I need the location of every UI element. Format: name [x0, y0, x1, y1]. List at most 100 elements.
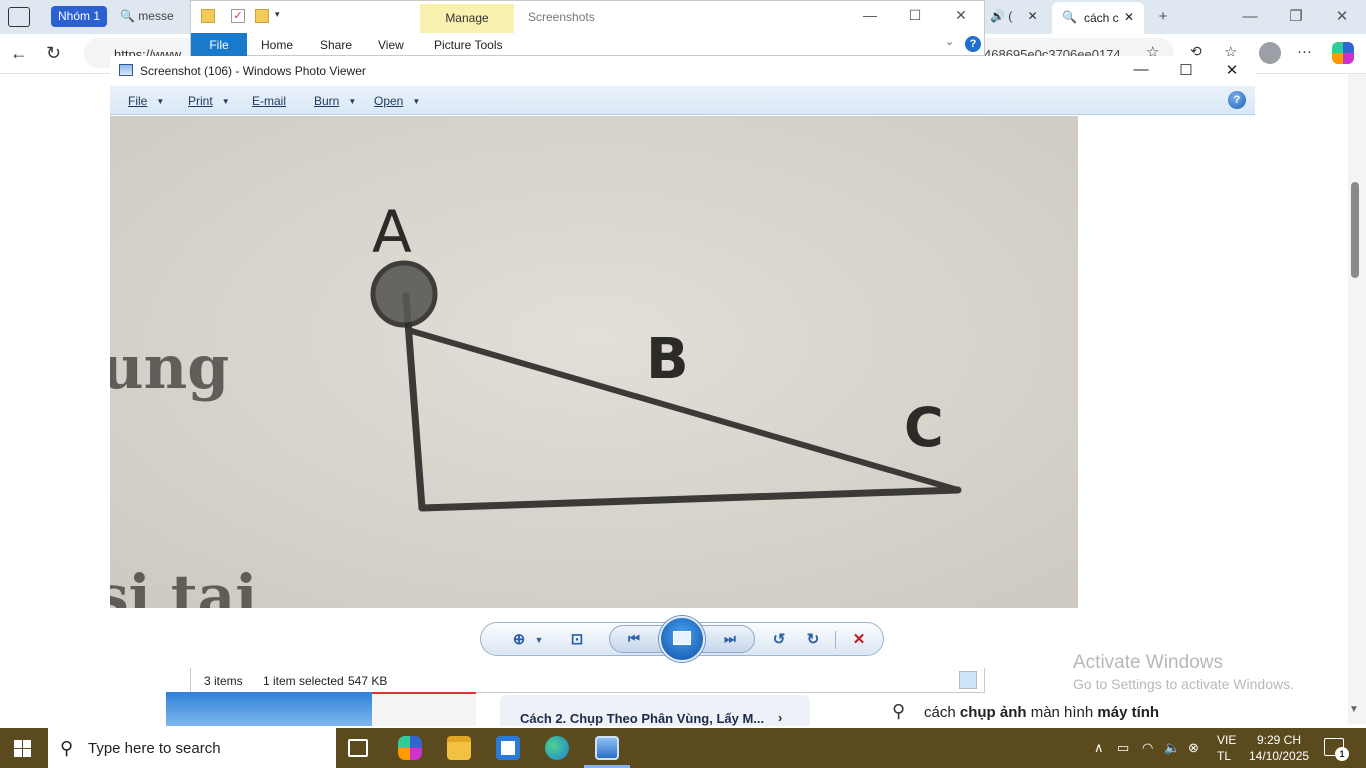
search-icon: ⚲ [892, 701, 906, 721]
microsoft-store-icon[interactable] [496, 736, 520, 760]
new-folder-icon[interactable] [255, 9, 269, 23]
task-view-icon[interactable] [348, 739, 368, 757]
speaker-icon: 🔊 [990, 9, 1005, 23]
left-text-bottom: si tai [110, 562, 257, 608]
close-icon[interactable]: ✕ [1220, 61, 1244, 79]
new-tab-icon[interactable]: + [1152, 6, 1174, 28]
fit-window-icon[interactable]: ⊡ [565, 629, 589, 651]
tab-messenger-label: messe [138, 9, 174, 23]
zoom-dropdown-icon[interactable]: ▼ [527, 629, 551, 651]
back-icon[interactable]: ← [10, 43, 28, 64]
search-icon: 🔍 [1062, 10, 1077, 24]
label-a: A [372, 198, 412, 266]
explorer-status-bar: 3 items 1 item selected 547 KB [190, 667, 985, 693]
error-icon[interactable]: ⊗ [1188, 740, 1199, 756]
label-c: C [904, 396, 944, 459]
properties-icon[interactable]: ✓ [231, 9, 245, 23]
search-icon: ⚲ [60, 738, 74, 758]
rotate-clockwise-icon[interactable]: ↻ [801, 629, 825, 651]
article-card[interactable]: Cách 2. Chụp Theo Phân Vùng, Lấy M... › [500, 695, 810, 726]
volume-icon[interactable]: 🔈 [1164, 740, 1180, 756]
tab-group-label[interactable]: Nhóm 1 [51, 6, 108, 27]
help-icon[interactable]: ? [965, 36, 981, 52]
menu-print[interactable]: Print ▼ [188, 94, 230, 108]
battery-icon[interactable]: ▭ [1117, 740, 1129, 756]
manage-tab[interactable]: Manage [420, 4, 514, 33]
more-icon[interactable]: ··· [1297, 43, 1312, 60]
menu-email[interactable]: E-mail [252, 94, 286, 108]
refresh-icon[interactable]: ↻ [46, 43, 61, 64]
next-icon[interactable]: ⏭ [718, 628, 742, 650]
delete-icon[interactable]: ✕ [847, 629, 871, 651]
taskbar: ⚲ Type here to search ∧ ▭ ◠ 🔈 ⊗ VIE TL 9:… [0, 728, 1366, 768]
show-hidden-icons-icon[interactable]: ∧ [1094, 740, 1104, 756]
scroll-down-icon[interactable]: ▼ [1349, 704, 1359, 715]
search-suggestion-text: cách chụp ảnh màn hình máy tính [924, 704, 1160, 721]
page-scrollbar[interactable] [1348, 74, 1366, 724]
menu-file[interactable]: File ▼ [128, 94, 164, 108]
clock-time: 9:29 CH [1256, 733, 1302, 747]
explorer-title: Screenshots [528, 10, 595, 24]
large-icons-view-icon[interactable] [959, 671, 977, 689]
taskbar-search[interactable]: ⚲ Type here to search [48, 728, 336, 768]
slideshow-icon[interactable] [659, 616, 705, 662]
photo-viewer-controls: ⊕ ▼ ⊡ ⏮ ⏭ ↺ ↻ ✕ [480, 616, 884, 662]
menu-open[interactable]: Open ▼ [374, 94, 420, 108]
close-icon[interactable]: ✕ [1331, 6, 1353, 28]
close-icon[interactable]: ✕ [950, 7, 972, 24]
network-icon[interactable]: ◠ [1142, 740, 1153, 756]
notification-icon[interactable]: 1 [1324, 738, 1349, 761]
tab-audio[interactable]: 🔊 ( ✕ [990, 0, 1038, 34]
ribbon-tab-file[interactable]: File [191, 33, 247, 57]
copilot-icon[interactable] [398, 736, 422, 760]
chevron-down-icon: ▼ [221, 97, 230, 106]
details-view-icon[interactable] [937, 671, 955, 689]
ribbon-tab-picture-tools[interactable]: Picture Tools [434, 33, 502, 57]
tab-messenger[interactable]: 🔍 messe [120, 9, 174, 23]
chevron-down-icon: ▼ [412, 97, 421, 106]
taskbar-search-placeholder: Type here to search [88, 740, 221, 757]
help-icon[interactable]: ? [1228, 91, 1246, 109]
search-suggestion[interactable]: ⚲ cách chụp ảnh màn hình máy tính [872, 693, 1216, 726]
quick-access-dropdown-icon[interactable]: ▾ [275, 9, 289, 23]
tab-active[interactable]: 🔍 cách c ✕ [1052, 2, 1144, 34]
file-explorer-icon[interactable] [447, 736, 471, 760]
rotate-counterclockwise-icon[interactable]: ↺ [767, 629, 791, 651]
restore-icon[interactable]: ❐ [1285, 6, 1307, 28]
ribbon-tab-view[interactable]: View [378, 33, 404, 57]
menu-burn[interactable]: Burn ▼ [314, 94, 356, 108]
input-language[interactable]: VIE TL [1217, 732, 1236, 764]
control-separator [835, 631, 836, 649]
chevron-down-icon: ▼ [348, 97, 357, 106]
expand-ribbon-icon[interactable]: ⌄ [945, 35, 954, 48]
article-title: Cách 2. Chụp Theo Phân Vùng, Lấy M... [520, 711, 765, 726]
ribbon-tab-home[interactable]: Home [261, 33, 293, 57]
folder-icon[interactable] [201, 9, 215, 23]
edge-icon[interactable] [545, 736, 569, 760]
profile-avatar[interactable] [1259, 42, 1281, 64]
status-selected: 1 item selected [263, 674, 344, 688]
system-clock[interactable]: 9:29 CH 14/10/2025 [1249, 732, 1309, 764]
tab-audio-label: ( [1008, 9, 1013, 23]
ribbon-tab-share[interactable]: Share [320, 33, 352, 57]
photo-image: A B C ung si tai [110, 116, 1078, 608]
maximize-icon[interactable]: ☐ [1174, 61, 1198, 79]
previous-icon[interactable]: ⏮ [622, 628, 646, 650]
minimize-icon[interactable]: — [859, 7, 881, 23]
chevron-down-icon: ▼ [156, 97, 165, 106]
notification-count: 1 [1335, 747, 1349, 761]
copilot-icon[interactable] [1332, 42, 1354, 64]
clock-date: 14/10/2025 [1249, 749, 1310, 763]
scrollbar-thumb[interactable] [1351, 182, 1359, 278]
tab-actions-icon[interactable] [8, 7, 30, 27]
close-tab-icon[interactable]: ✕ [1028, 9, 1038, 23]
status-size: 547 KB [348, 674, 388, 688]
maximize-icon[interactable]: ☐ [904, 7, 926, 24]
close-tab-icon[interactable]: ✕ [1124, 10, 1134, 24]
minimize-icon[interactable]: — [1129, 61, 1153, 78]
windows-start-icon[interactable] [14, 740, 31, 757]
photo-viewer-titlebar: Screenshot (106) - Windows Photo Viewer … [110, 56, 1255, 86]
minimize-icon[interactable]: — [1239, 6, 1261, 28]
tab-active-label: cách c [1084, 11, 1119, 25]
photo-viewer-taskbar-icon[interactable] [595, 736, 619, 760]
